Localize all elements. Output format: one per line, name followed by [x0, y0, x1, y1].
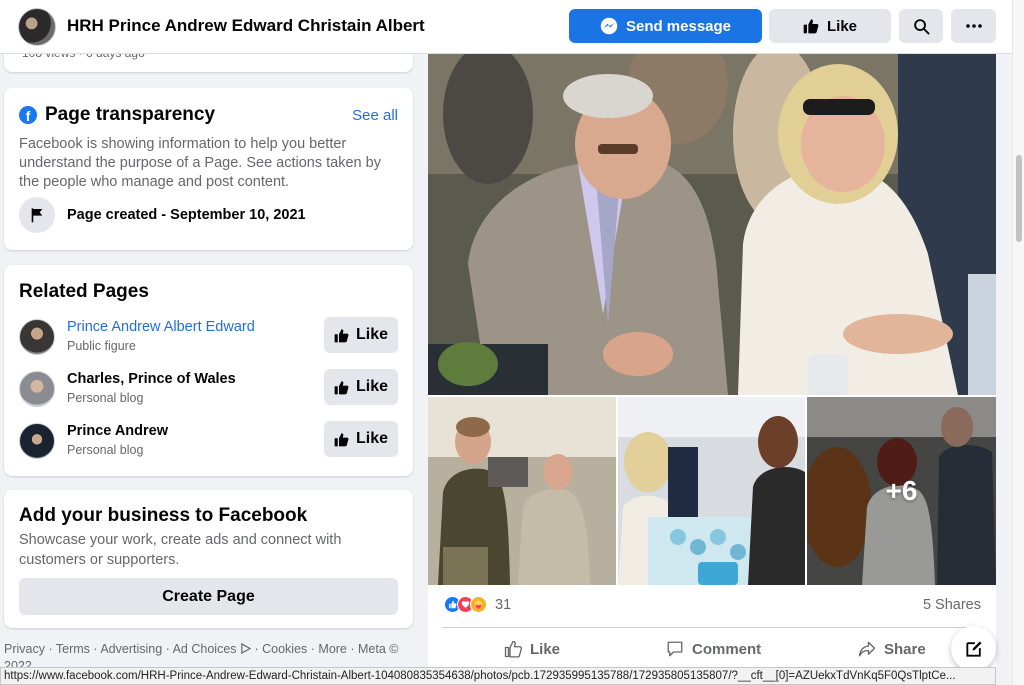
more-photos-count[interactable]: +6	[807, 397, 996, 585]
like-page-button[interactable]: Like	[769, 9, 891, 43]
related-page-like-button[interactable]: Like	[324, 317, 398, 353]
add-business-title: Add your business to Facebook	[19, 505, 308, 526]
footer-advertising-link[interactable]: Advertising	[100, 642, 162, 656]
scrollbar-thumb[interactable]	[1016, 155, 1022, 242]
related-page-name[interactable]: Prince Andrew Albert Edward	[67, 319, 255, 335]
related-pages-card: Related Pages Prince Andrew Albert Edwar…	[4, 265, 413, 476]
send-message-label: Send message	[625, 17, 732, 35]
comment-icon	[666, 640, 684, 658]
thumbs-up-icon	[504, 640, 522, 658]
divider	[442, 627, 982, 628]
page-created-row: Page created - September 10, 2021	[19, 197, 306, 233]
add-business-card: Add your business to Facebook Showcase y…	[4, 490, 413, 628]
send-message-button[interactable]: Send message	[569, 9, 762, 43]
related-page-name[interactable]: Prince Andrew	[67, 423, 168, 439]
related-page-item: Prince Andrew Albert Edward Public figur…	[19, 317, 399, 357]
thumbs-up-icon	[334, 328, 349, 343]
related-page-name[interactable]: Charles, Prince of Wales	[67, 371, 236, 387]
related-page-item: Prince Andrew Personal blog Like	[19, 421, 399, 461]
share-label: Share	[884, 640, 926, 658]
avatar[interactable]	[19, 423, 55, 459]
page-header: HRH Prince Andrew Edward Christain Alber…	[0, 0, 1012, 54]
more-options-button[interactable]	[951, 9, 996, 43]
page-transparency-card: f Page transparency See all Facebook is …	[4, 88, 413, 250]
avatar[interactable]	[19, 319, 55, 355]
more-icon	[965, 24, 982, 28]
like-label: Like	[826, 17, 857, 35]
comment-label: Comment	[692, 640, 762, 658]
flag-icon	[19, 197, 55, 233]
compose-icon	[964, 639, 984, 659]
post-photo-thumbnail[interactable]	[428, 397, 616, 585]
like-label: Like	[530, 640, 561, 658]
post-photo-thumbnail[interactable]	[618, 397, 805, 585]
footer-privacy-link[interactable]: Privacy	[4, 642, 45, 656]
create-page-button[interactable]: Create Page	[19, 578, 398, 615]
thumbs-up-icon	[803, 18, 819, 34]
transparency-description: Facebook is showing information to help …	[19, 136, 381, 190]
post-share-button[interactable]: Share	[858, 632, 926, 666]
page-transparency-title: Page transparency	[45, 104, 216, 125]
page-avatar[interactable]	[18, 8, 56, 46]
search-icon	[913, 18, 930, 35]
footer-cookies-link[interactable]: Cookies	[262, 642, 307, 656]
ad-choices-icon	[240, 642, 252, 658]
post-photo-thumbnail[interactable]: +6	[807, 397, 996, 585]
footer-terms-link[interactable]: Terms	[56, 642, 90, 656]
post-comment-button[interactable]: Comment	[666, 632, 761, 666]
footer-ad-choices-link[interactable]: Ad Choices	[173, 642, 237, 656]
page-scrollbar[interactable]	[1012, 0, 1024, 685]
care-reaction-icon	[470, 596, 487, 613]
like-label: Like	[355, 430, 388, 447]
messenger-icon	[600, 17, 618, 35]
page-created-text: Page created - September 10, 2021	[67, 207, 306, 223]
reactions-summary[interactable]: 31	[444, 596, 511, 613]
link-status-bar: https://www.facebook.com/HRH-Prince-Andr…	[0, 667, 996, 685]
like-label: Like	[355, 378, 388, 395]
related-page-category: Public figure	[67, 339, 136, 353]
reaction-count: 31	[495, 596, 512, 613]
avatar[interactable]	[19, 371, 55, 407]
post-like-button[interactable]: Like	[504, 632, 560, 666]
add-business-description: Showcase your work, create ads and conne…	[19, 532, 342, 568]
footer-more-link[interactable]: More	[318, 642, 346, 656]
see-all-link[interactable]: See all	[352, 107, 398, 124]
search-button[interactable]	[899, 9, 943, 43]
facebook-logo-icon: f	[19, 106, 37, 124]
related-page-item: Charles, Prince of Wales Personal blog L…	[19, 369, 399, 409]
related-page-like-button[interactable]: Like	[324, 421, 398, 457]
photo-post: +6 31 5 Shares Like Comment Share	[428, 54, 996, 685]
shares-count[interactable]: 5 Shares	[923, 597, 981, 613]
thumbs-up-icon	[334, 432, 349, 447]
like-label: Like	[355, 326, 388, 343]
related-pages-title: Related Pages	[19, 281, 149, 302]
new-message-button[interactable]	[951, 626, 996, 671]
post-main-photo[interactable]	[428, 54, 996, 395]
share-icon	[858, 640, 876, 658]
related-page-category: Personal blog	[67, 443, 144, 457]
related-page-like-button[interactable]: Like	[324, 369, 398, 405]
thumbs-up-icon	[334, 380, 349, 395]
related-page-category: Personal blog	[67, 391, 144, 405]
page-title[interactable]: HRH Prince Andrew Edward Christain Alber…	[67, 16, 425, 36]
